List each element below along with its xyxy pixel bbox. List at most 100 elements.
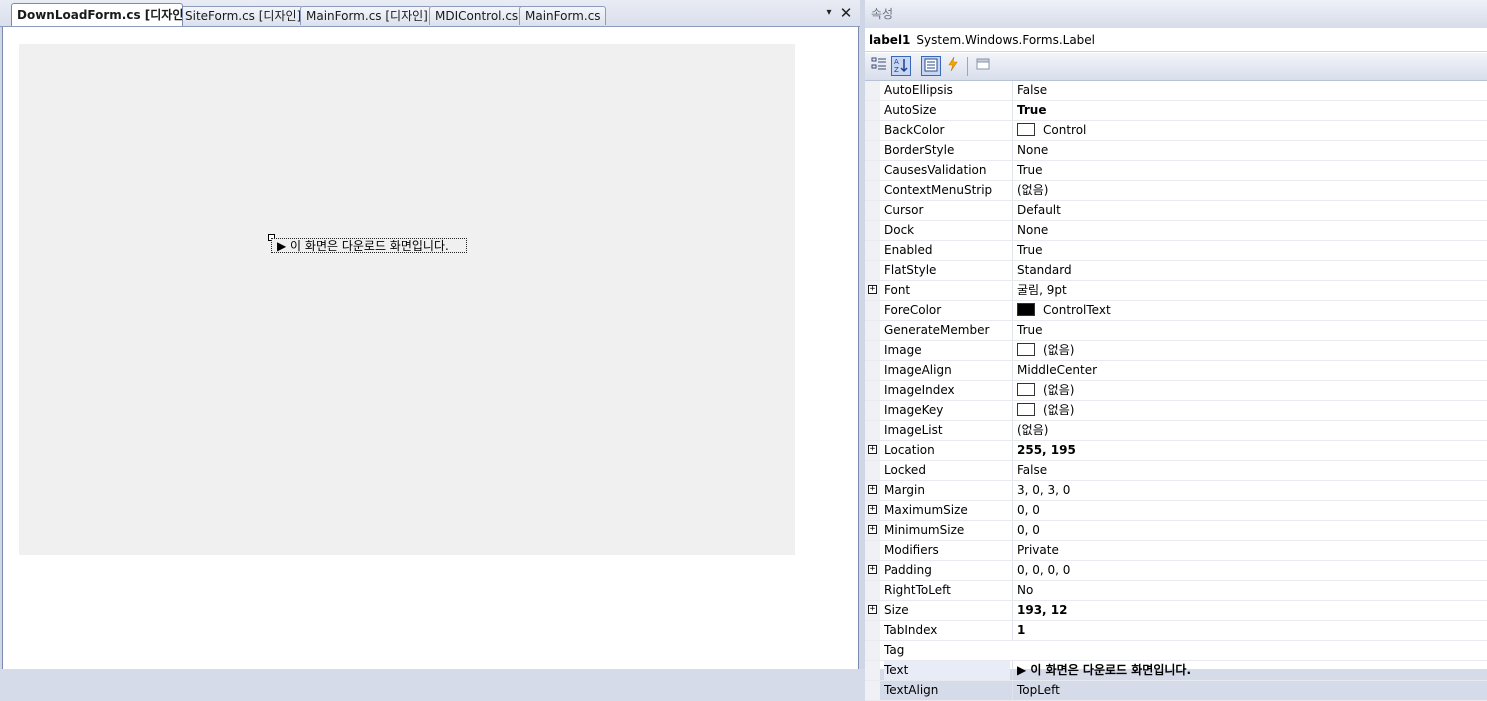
expand-plus-icon[interactable]: + [868,445,877,454]
expand-plus-icon[interactable]: + [868,485,877,494]
tab-mdicontrol[interactable]: MDIControl.cs [429,6,524,25]
property-row[interactable]: Enabled True [865,241,1487,261]
property-row[interactable]: Modifiers Private [865,541,1487,561]
property-row[interactable]: + Font 굴림, 9pt [865,281,1487,301]
property-value: 3, 0, 3, 0 [1017,483,1071,497]
property-value-cell[interactable]: 193, 12 [1012,601,1487,620]
property-row[interactable]: Text ▶ 이 화면은 다운로드 화면입니다. [865,661,1487,681]
property-row[interactable]: + Size 193, 12 [865,601,1487,621]
property-row[interactable]: AutoEllipsis False [865,81,1487,101]
property-row[interactable]: RightToLeft No [865,581,1487,601]
property-value: 193, 12 [1017,603,1068,617]
property-row[interactable]: Dock None [865,221,1487,241]
property-value-cell[interactable]: ▶ 이 화면은 다운로드 화면입니다. [1012,661,1487,680]
property-row[interactable]: ImageIndex (없음) [865,381,1487,401]
property-value-cell[interactable]: Default [1012,201,1487,220]
property-value: Private [1017,543,1059,557]
property-row[interactable]: Locked False [865,461,1487,481]
property-name: ImageIndex [884,383,955,397]
property-value-cell[interactable]: Private [1012,541,1487,560]
expand-plus-icon[interactable]: + [868,505,877,514]
property-row[interactable]: GenerateMember True [865,321,1487,341]
expand-plus-icon[interactable]: + [868,565,877,574]
row-gutter [865,641,880,660]
property-value-cell[interactable]: MiddleCenter [1012,361,1487,380]
property-row[interactable]: Tag [865,641,1487,661]
property-row[interactable]: BackColor Control [865,121,1487,141]
property-value-cell[interactable]: True [1012,161,1487,180]
property-value-cell[interactable]: Control [1012,121,1487,140]
property-name: ImageKey [884,403,944,417]
property-row[interactable]: + MaximumSize 0, 0 [865,501,1487,521]
property-value-cell[interactable]: True [1012,321,1487,340]
property-value-cell[interactable]: 0, 0 [1012,521,1487,540]
tab-mainform-code[interactable]: MainForm.cs [519,6,606,25]
property-value: True [1017,323,1043,337]
property-value-cell[interactable]: 0, 0, 0, 0 [1012,561,1487,580]
property-value-cell[interactable]: False [1012,461,1487,480]
property-value-cell[interactable]: TopLeft [1012,681,1487,700]
chevron-down-icon[interactable]: ▾ [822,6,836,20]
property-value-cell[interactable]: 0, 0 [1012,501,1487,520]
property-row[interactable]: CausesValidation True [865,161,1487,181]
property-value: 0, 0 [1017,523,1040,537]
property-row[interactable]: + Location 255, 195 [865,441,1487,461]
property-row[interactable]: AutoSize True [865,101,1487,121]
property-value-cell[interactable]: 1 [1012,621,1487,640]
property-row[interactable]: ImageAlign MiddleCenter [865,361,1487,381]
properties-icon[interactable] [921,56,941,76]
object-type: System.Windows.Forms.Label [916,33,1096,47]
property-value-cell[interactable]: 굴림, 9pt [1012,281,1487,300]
expand-plus-icon[interactable]: + [868,525,877,534]
property-value-cell[interactable]: None [1012,141,1487,160]
property-row[interactable]: + MinimumSize 0, 0 [865,521,1487,541]
categorized-icon[interactable] [869,56,889,76]
property-row[interactable]: ImageKey (없음) [865,401,1487,421]
property-row[interactable]: Image (없음) [865,341,1487,361]
tab-siteform-design[interactable]: SiteForm.cs [디자인] [179,6,303,25]
property-row[interactable]: BorderStyle None [865,141,1487,161]
property-value-cell[interactable]: True [1012,101,1487,120]
property-value-cell[interactable]: (없음) [1012,421,1487,440]
lightning-icon[interactable] [943,56,963,76]
property-row[interactable]: TabIndex 1 [865,621,1487,641]
property-value: 255, 195 [1017,443,1076,457]
property-row[interactable]: ImageList (없음) [865,421,1487,441]
property-name: Location [884,443,935,457]
property-value-cell[interactable]: Standard [1012,261,1487,280]
property-value-cell[interactable]: (없음) [1012,401,1487,420]
row-gutter [865,621,880,640]
property-value-cell[interactable]: (없음) [1012,341,1487,360]
property-row[interactable]: Cursor Default [865,201,1487,221]
tab-downloadform-design[interactable]: DownLoadForm.cs [디자인]* [11,3,183,26]
property-value-cell[interactable]: 255, 195 [1012,441,1487,460]
property-row[interactable]: TextAlign TopLeft [865,681,1487,701]
property-name: ImageAlign [884,363,952,377]
expand-plus-icon[interactable]: + [868,285,877,294]
property-value-cell[interactable]: No [1012,581,1487,600]
property-row[interactable]: ContextMenuStrip (없음) [865,181,1487,201]
property-value-cell[interactable]: None [1012,221,1487,240]
close-icon[interactable]: ✕ [838,4,854,22]
property-value-cell[interactable]: False [1012,81,1487,100]
property-row[interactable]: + Padding 0, 0, 0, 0 [865,561,1487,581]
property-value-cell[interactable]: 3, 0, 3, 0 [1012,481,1487,500]
property-value-cell[interactable]: True [1012,241,1487,260]
property-value-cell[interactable]: ControlText [1012,301,1487,320]
property-row[interactable]: FlatStyle Standard [865,261,1487,281]
property-value: (없음) [1017,423,1049,437]
label1-control[interactable]: ▶ 이 화면은 다운로드 화면입니다. [271,238,467,253]
document-tab-strip: DownLoadForm.cs [디자인]* SiteForm.cs [디자인]… [0,0,860,27]
toolbar-separator [967,57,968,76]
property-row[interactable]: ForeColor ControlText [865,301,1487,321]
property-value-cell[interactable]: (없음) [1012,381,1487,400]
object-selector[interactable]: label1 System.Windows.Forms.Label [865,28,1487,52]
property-pages-icon[interactable] [973,56,993,76]
tab-mainform-design[interactable]: MainForm.cs [디자인] [300,6,432,25]
expand-plus-icon[interactable]: + [868,605,877,614]
property-row[interactable]: + Margin 3, 0, 3, 0 [865,481,1487,501]
alphabetical-icon[interactable]: AZ [891,56,911,76]
form-canvas[interactable]: ▶ 이 화면은 다운로드 화면입니다. [19,44,795,555]
property-value-cell[interactable]: (없음) [1012,181,1487,200]
row-gutter [865,241,880,260]
